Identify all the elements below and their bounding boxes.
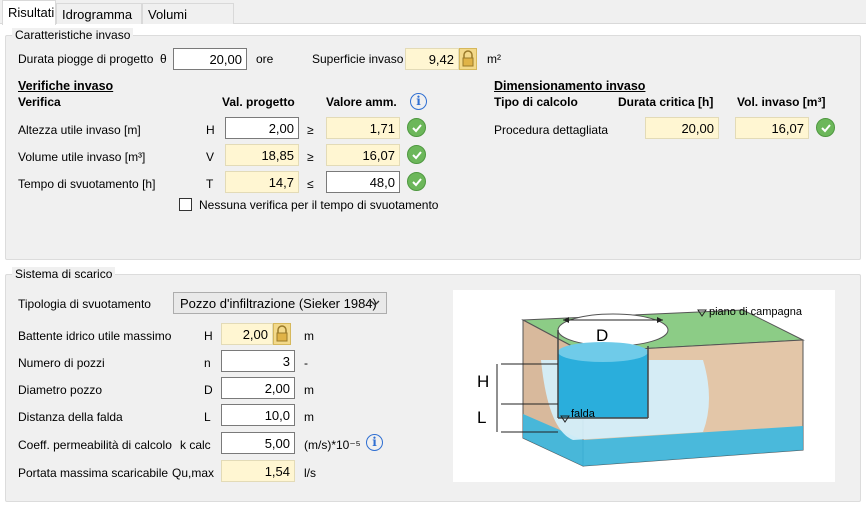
altezza-amm: 1,71 (326, 117, 400, 139)
sistema-unit: (m/s)*10⁻⁵ (304, 438, 361, 452)
durata-unit: ore (256, 52, 274, 66)
check-ok-icon (816, 118, 835, 137)
lock-icon[interactable] (459, 48, 477, 70)
col-vol: Vol. invaso [m³] (737, 95, 826, 109)
tipologia-value: Pozzo d'infiltrazione (Sieker 1984) (180, 296, 377, 311)
sistema-symbol: L (204, 410, 211, 424)
sistema-unit: l/s (304, 466, 316, 480)
sistema-symbol: Qu,max (172, 466, 215, 480)
col-valore-amm: Valore amm. (326, 95, 397, 109)
tipo-value: Procedura dettagliata (494, 123, 609, 137)
permeabilita-input[interactable]: 5,00 (221, 432, 295, 454)
volume-amm: 16,07 (326, 144, 400, 166)
durata-critica-value: 20,00 (645, 117, 719, 139)
check-ok-icon (407, 145, 426, 164)
sistema-symbol: n (204, 356, 211, 370)
diagram-label-piano: piano di campagna (709, 306, 802, 318)
tempo-value: 14,7 (225, 171, 299, 193)
sistema-label: Battente idrico utile massimo (18, 329, 172, 343)
col-val-progetto: Val. progetto (222, 95, 295, 109)
tab-idrogramma[interactable]: Idrogramma (56, 3, 142, 24)
check-ok-icon (407, 118, 426, 137)
sistema-label: Coeff. permeabilità di calcolo (18, 438, 172, 452)
superficie-unit: m² (487, 52, 501, 66)
superficie-label: Superficie invaso (312, 52, 404, 66)
tab-volumi-invaso[interactable]: Volumi invaso (142, 3, 234, 37)
col-tipo: Tipo di calcolo (494, 95, 578, 109)
col-durata: Durata critica [h] (618, 95, 714, 109)
diagram-label-falda: falda (571, 408, 595, 420)
sistema-symbol: k calc (180, 438, 211, 452)
altezza-input[interactable]: 2,00 (225, 117, 299, 139)
group-legend: Sistema di scarico (12, 267, 116, 281)
sistema-symbol: D (204, 383, 213, 397)
vol-invaso-value: 16,07 (735, 117, 809, 139)
verifica-symbol: V (206, 150, 215, 164)
superficie-value: 9,42 (405, 48, 459, 70)
pozzo-diagram: piano di campagna D H L falda (453, 290, 835, 482)
sistema-label: Diametro pozzo (18, 383, 103, 397)
sistema-symbol: H (204, 329, 213, 343)
verifica-symbol: H (206, 123, 215, 137)
diagram-label-h: H (477, 372, 490, 391)
portata-value: 1,54 (221, 460, 295, 482)
diagram-label-d: D (596, 326, 609, 345)
verifica-label: Altezza utile invaso [m] (18, 123, 141, 137)
tipologia-label: Tipologia di svuotamento (18, 297, 151, 311)
compare-op: ≥ (307, 123, 314, 137)
tab-bar: Risultati Idrogramma Volumi invaso (0, 0, 866, 37)
check-ok-icon (407, 172, 426, 191)
group-legend: Caratteristiche invaso (12, 28, 134, 42)
durata-label: Durata piogge di progetto (18, 52, 154, 66)
verifica-label: Tempo di svuotamento [h] (18, 177, 156, 191)
diametro-input[interactable]: 2,00 (221, 377, 295, 399)
durata-symbol: θ (160, 52, 167, 66)
dimensionamento-title: Dimensionamento invaso (494, 79, 646, 93)
nessuna-verifica-checkbox[interactable] (179, 198, 192, 211)
compare-op: ≥ (307, 150, 314, 164)
sistema-unit: m (304, 410, 314, 424)
tipologia-select[interactable]: Pozzo d'infiltrazione (Sieker 1984) (173, 292, 387, 314)
durata-input[interactable]: 20,00 (173, 48, 247, 70)
verifiche-title: Verifiche invaso (18, 79, 114, 93)
sistema-unit: m (304, 383, 314, 397)
chevron-down-icon (370, 300, 380, 306)
info-icon[interactable]: i (366, 434, 383, 451)
sistema-label: Numero di pozzi (18, 356, 105, 370)
verifica-symbol: T (206, 177, 214, 191)
sistema-label: Distanza della falda (18, 410, 123, 424)
sistema-unit: - (304, 356, 308, 370)
compare-op: ≤ (307, 177, 314, 191)
tempo-amm-input[interactable]: 48,0 (326, 171, 400, 193)
diagram-label-l: L (477, 408, 487, 427)
battente-value: 2,00 (221, 323, 273, 345)
info-icon[interactable]: i (410, 93, 427, 110)
sistema-unit: m (304, 329, 314, 343)
lock-icon[interactable] (273, 323, 291, 345)
checkbox-label: Nessuna verifica per il tempo di svuotam… (199, 198, 439, 212)
col-verifica: Verifica (18, 95, 61, 109)
numero-pozzi-input[interactable]: 3 (221, 350, 295, 372)
volume-value: 18,85 (225, 144, 299, 166)
pozzo-illustration (496, 309, 805, 467)
tab-risultati[interactable]: Risultati (2, 0, 56, 25)
distanza-falda-input[interactable]: 10,0 (221, 404, 295, 426)
verifica-label: Volume utile invaso [m³] (18, 150, 146, 164)
sistema-label: Portata massima scaricabile (18, 466, 169, 480)
